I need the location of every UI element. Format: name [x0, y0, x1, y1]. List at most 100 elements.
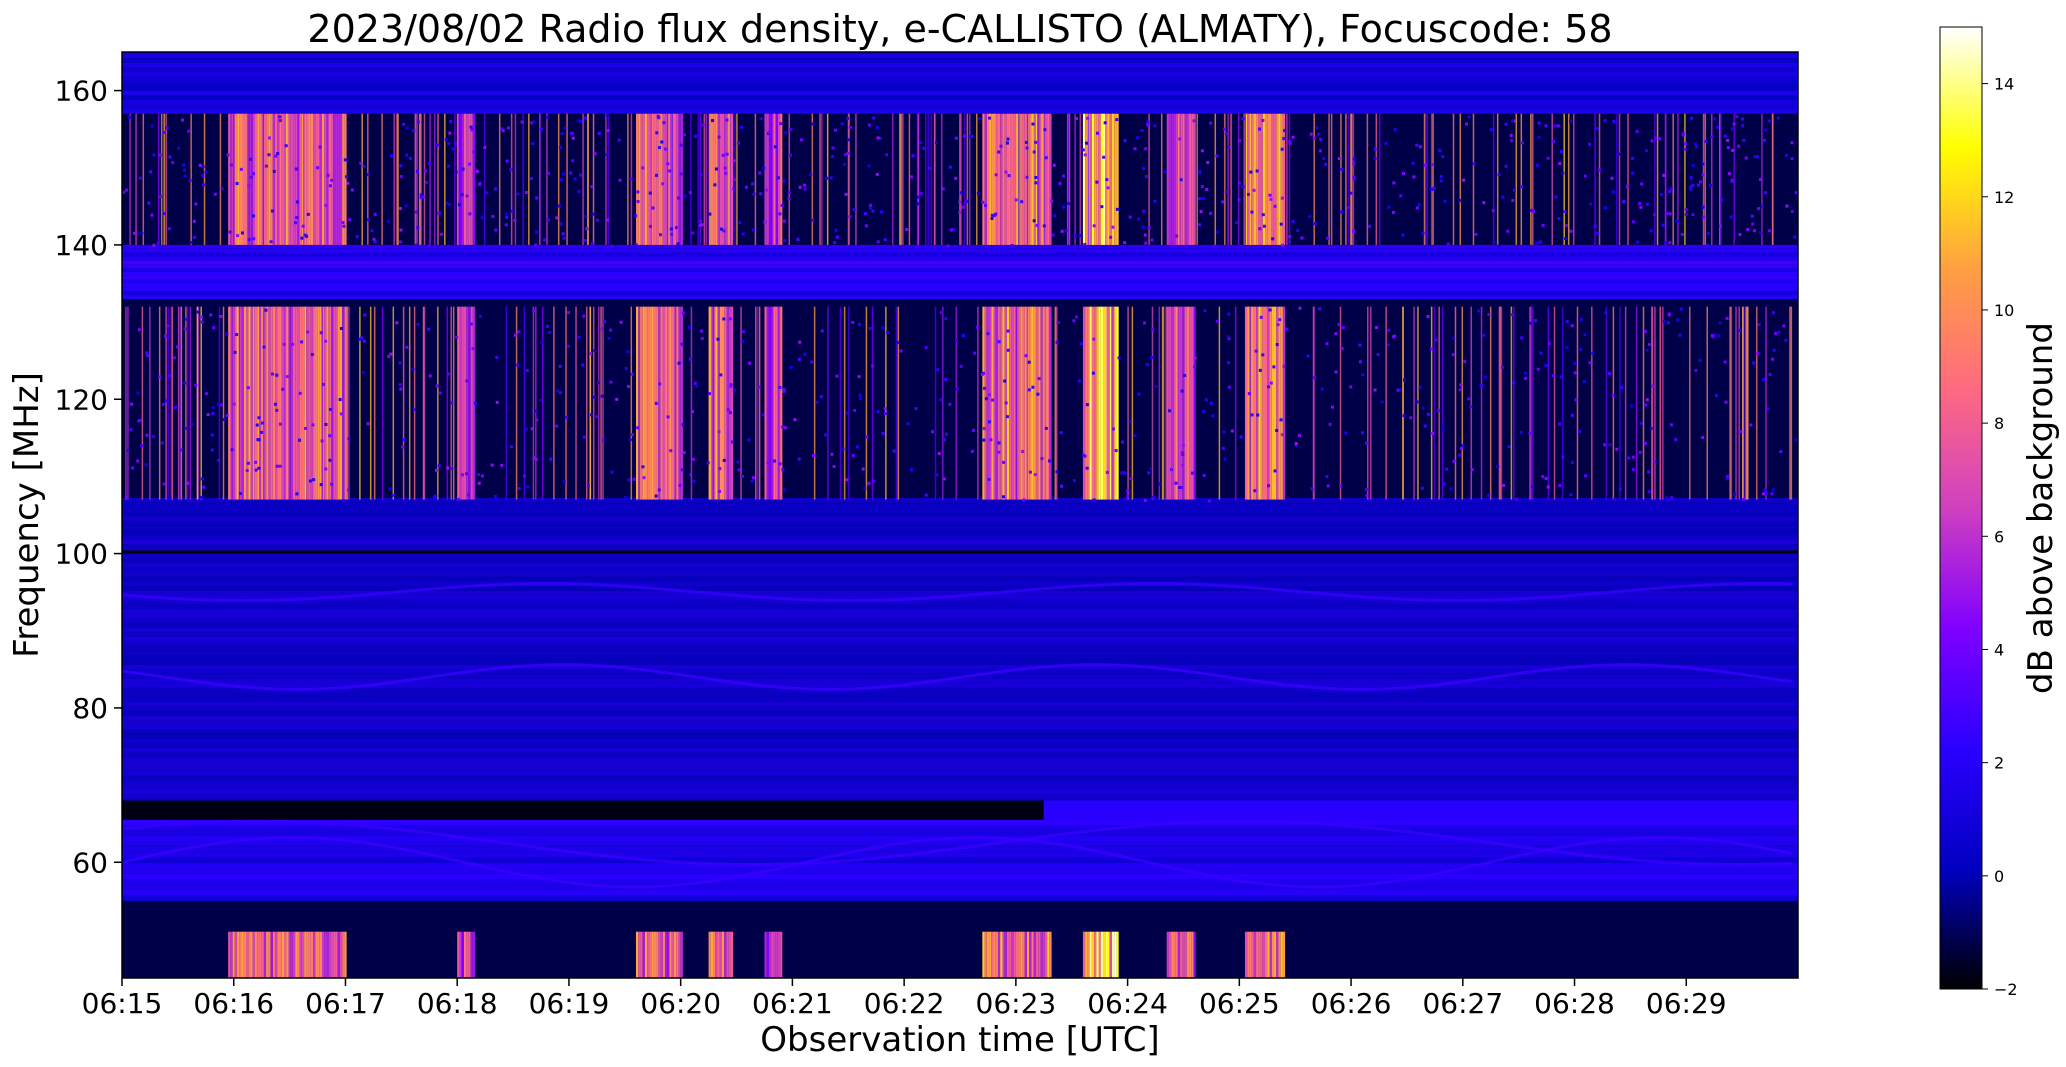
speckle [593, 152, 597, 156]
speckle [415, 169, 419, 173]
speckle [1055, 470, 1059, 474]
speckle [509, 168, 513, 172]
x-tick-label: 06:26 [1311, 987, 1392, 1020]
burst-column [722, 306, 725, 500]
spike [630, 306, 633, 500]
speckle [711, 119, 715, 123]
speckle [1412, 175, 1416, 179]
burst-column [1262, 931, 1266, 978]
speckle [905, 228, 909, 232]
spike [1530, 113, 1532, 245]
speckle [140, 231, 144, 235]
burst-column [234, 113, 238, 245]
spike [1430, 113, 1433, 245]
spike [1432, 113, 1434, 245]
speckle [819, 395, 823, 399]
spike [1492, 113, 1495, 245]
speckle [1051, 233, 1055, 237]
burst-column [1175, 306, 1178, 500]
colorbar-tick-label: 2 [1994, 754, 2004, 773]
speckle [1288, 240, 1292, 244]
speckle [857, 323, 861, 327]
y-tick-label: 140 [55, 229, 108, 262]
speckle [948, 165, 952, 169]
spike [908, 113, 911, 245]
band-row [122, 701, 1798, 707]
burst-column [719, 931, 723, 978]
band-row [122, 95, 1798, 100]
speckle [1500, 365, 1504, 369]
speckle [606, 129, 610, 133]
spike [942, 306, 944, 500]
speckle [559, 222, 563, 226]
spike [897, 306, 900, 500]
burst-column [266, 931, 269, 978]
burst-column [463, 113, 467, 245]
burst-column [250, 931, 253, 978]
burst-column [472, 931, 476, 978]
speckle [1497, 172, 1501, 176]
speckle [848, 215, 852, 219]
speckle [1556, 124, 1560, 128]
spike [848, 113, 851, 245]
speckle [1426, 412, 1430, 416]
speckle [445, 201, 449, 205]
burst-column [277, 931, 280, 978]
speckle [1724, 400, 1728, 404]
speckle [1536, 367, 1540, 371]
burst-column [1276, 931, 1279, 978]
speckle [1583, 174, 1587, 178]
spike [348, 306, 350, 500]
speckle [1133, 147, 1137, 151]
speckle [186, 481, 190, 485]
speckle [1469, 405, 1473, 409]
speckle [186, 498, 190, 502]
burst-column [1253, 113, 1257, 245]
speckle [1091, 371, 1095, 375]
spike [1642, 306, 1645, 500]
band-row [122, 766, 1798, 772]
speckle [1337, 322, 1341, 326]
spike [1151, 306, 1154, 500]
speckle [187, 129, 191, 133]
speckle [204, 170, 208, 174]
speckle [1085, 403, 1089, 407]
speckle [592, 395, 596, 399]
spike [736, 113, 738, 245]
speckle [1741, 497, 1745, 501]
speckle [1358, 343, 1362, 347]
speckle [539, 127, 543, 131]
band-row [122, 609, 1798, 614]
burst-column [335, 306, 338, 500]
colorbar-ticks: −202468101214 [1982, 75, 2018, 999]
speckle [1679, 307, 1683, 311]
spike [1664, 113, 1667, 245]
speckle [988, 393, 992, 397]
spike [1247, 113, 1249, 245]
burst-column [301, 306, 305, 500]
speckle [811, 218, 815, 222]
speckle [1373, 388, 1377, 392]
burst-column [710, 113, 714, 245]
speckle [706, 461, 710, 465]
speckle [1763, 488, 1767, 492]
speckle [787, 196, 791, 200]
spike [1654, 306, 1656, 500]
speckle [720, 227, 724, 231]
speckle [636, 426, 640, 430]
speckle [1529, 208, 1533, 212]
speckle [1344, 431, 1348, 435]
speckle [1698, 358, 1702, 362]
burst-column [1022, 113, 1025, 245]
speckle [494, 187, 498, 191]
burst-column [673, 113, 677, 245]
speckle [657, 146, 661, 150]
speckle [1631, 171, 1635, 175]
speckle [789, 365, 793, 369]
speckle [1784, 153, 1788, 157]
speckle [970, 134, 974, 138]
speckle [1349, 385, 1353, 389]
speckle [1732, 122, 1736, 126]
speckle [1570, 413, 1574, 417]
spike [1547, 306, 1550, 500]
